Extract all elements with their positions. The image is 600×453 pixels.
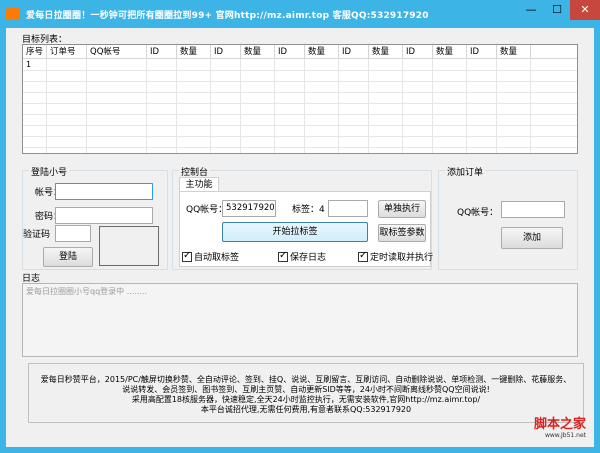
grid-line [176,59,177,153]
list-column-header[interactable]: 数量 [177,45,211,59]
info-panel: 爱每日秒赞平台，2015/PC/触屏切换秒赞、全自动评论、签到、挂Q、说说、互刷… [28,363,584,423]
grid-line [86,59,87,153]
captcha-label: 验证码 [23,230,51,240]
get-tag-params-button[interactable]: 取标签参数 [378,224,426,242]
timer-execute-label: 定时读取并执行 [370,253,434,263]
add-order-group: 添加订单 QQ帐号： 添加 [438,165,578,270]
list-column-header[interactable]: 数量 [497,45,531,59]
tab-main-panel: QQ帐号： 532917920 标签：4 单独执行 开始拉标签 取标签参数 自动… [179,191,433,267]
captcha-input[interactable] [55,225,91,242]
grid-line [304,59,305,153]
list-column-header[interactable]: ID [403,45,433,59]
list-column-header[interactable]: ID [339,45,369,59]
add-order-group-title: 添加订单 [445,165,486,178]
info-line: 本平台诚招代理,无需任何费用,有意者联系QQ:532917920 [200,405,412,414]
password-input[interactable] [55,207,153,224]
app-icon [6,8,20,20]
order-qq-label: QQ帐号： [457,208,499,218]
checkbox-checked-icon [278,250,288,262]
single-execute-button[interactable]: 单独执行 [378,200,426,218]
list-column-header[interactable]: QQ帐号 [87,45,147,59]
grid-line [23,81,577,82]
console-group: 控制台 主功能 QQ帐号： 532917920 标签：4 单独执行 开始拉标签 … [172,165,433,270]
checkbox-checked-icon [182,250,192,262]
save-log-label: 保存日志 [290,253,327,263]
list-column-header[interactable]: 数量 [305,45,339,59]
watermark-main: 脚本之家 [533,417,586,432]
log-text: 爱每日拉圈圈小号qq登录中 ........ [26,287,148,296]
grid-line [368,59,369,153]
list-column-header[interactable]: ID [275,45,305,59]
auto-tag-checkbox[interactable]: 自动取标签 [182,250,239,263]
grid-line [23,70,577,71]
checkbox-checked-icon [358,250,368,262]
app-window: 爱每日拉圈圈！一秒钟可把所有圈圈拉到99+ 官网http://mz.aimr.t… [0,0,600,453]
list-column-header[interactable]: ID [467,45,497,59]
grid-line [23,147,577,148]
table-cell[interactable]: 1 [26,60,31,69]
list-column-header[interactable]: 订单号 [47,45,87,59]
grid-line [402,59,403,153]
grid-line [466,59,467,153]
list-column-header[interactable]: ID [211,45,241,59]
qq-label: QQ帐号： [186,205,228,215]
grid-line [146,59,147,153]
timer-execute-checkbox[interactable]: 定时读取并执行 [358,250,433,263]
order-qq-input[interactable] [501,201,565,218]
watermark-sub: www.Jb51.net [544,432,586,439]
grid-line [23,136,577,137]
grid-line [46,59,47,153]
list-column-header[interactable]: 数量 [241,45,275,59]
login-group-title: 登陆小号 [29,165,70,178]
list-column-header[interactable]: 序号 [23,45,47,59]
login-group: 登陆小号 帐号： 密码： 验证码 登陆 [22,165,168,270]
captcha-image[interactable] [99,226,159,266]
grid-line [338,59,339,153]
grid-line [496,59,497,153]
grid-line [240,59,241,153]
tag-input[interactable] [328,200,368,217]
site-watermark: 脚本之家 www.Jb51.net [534,413,586,439]
list-column-header[interactable]: 数量 [433,45,467,59]
window-title: 爱每日拉圈圈！一秒钟可把所有圈圈拉到99+ 官网http://mz.aimr.t… [26,11,429,21]
grid-line [23,92,577,93]
grid-line [23,103,577,104]
minimize-button[interactable]: — [518,0,544,20]
list-column-header[interactable]: 数量 [369,45,403,59]
target-list[interactable]: 序号 订单号 QQ帐号 ID 数量 ID 数量 ID 数量 ID 数量 ID 数量 ID 数量 1 [22,44,578,154]
login-button[interactable]: 登陆 [43,247,93,267]
grid-line [23,125,577,126]
grid-line [274,59,275,153]
save-log-checkbox[interactable]: 保存日志 [278,250,326,263]
log-output[interactable]: 爱每日拉圈圈小号qq登录中 ........ [22,283,578,357]
list-header: 序号 订单号 QQ帐号 ID 数量 ID 数量 ID 数量 ID 数量 ID 数量 ID 数量 [23,45,577,59]
auto-tag-label: 自动取标签 [194,253,240,263]
grid-line [23,114,577,115]
tab-main[interactable]: 主功能 [179,177,219,191]
add-order-button[interactable]: 添加 [501,227,563,249]
title-bar[interactable]: 爱每日拉圈圈！一秒钟可把所有圈圈拉到99+ 官网http://mz.aimr.t… [0,0,600,28]
maximize-button[interactable]: ☐ [544,0,570,20]
start-tag-button[interactable]: 开始拉标签 [222,222,368,242]
grid-line [432,59,433,153]
qq-input[interactable]: 532917920 [222,200,276,217]
client-area: 目标列表： 序号 订单号 QQ帐号 ID 数量 ID 数量 ID 数量 ID 数量 ID 数量 ID 数量 … [6,28,594,447]
grid-line [530,59,531,153]
tag-label: 标签：4 [292,205,325,215]
close-button[interactable]: ✕ [570,0,600,20]
account-input[interactable] [55,183,153,200]
list-column-header[interactable]: ID [147,45,177,59]
grid-line [210,59,211,153]
